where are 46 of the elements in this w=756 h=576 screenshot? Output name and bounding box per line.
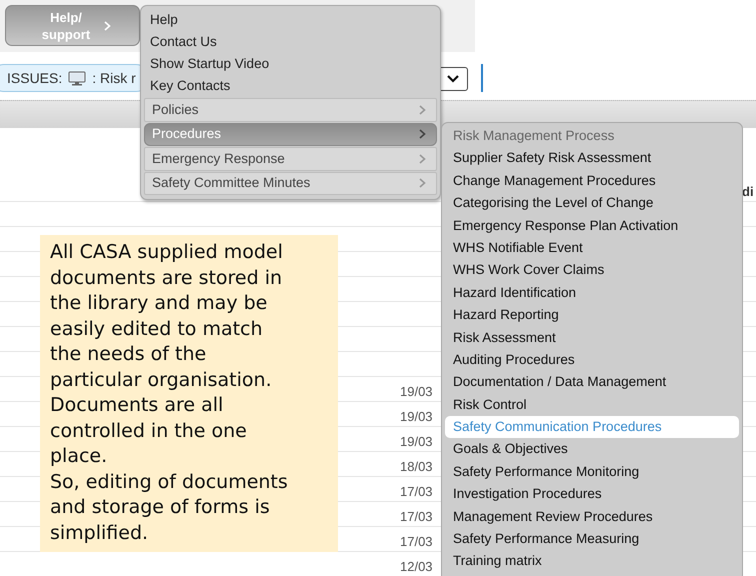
menu-item[interactable]: Show Startup Video	[144, 53, 437, 75]
submenu-item[interactable]: Supplier Safety Risk Assessment	[445, 147, 739, 170]
submenu-item[interactable]: Documentation / Data Management	[445, 371, 739, 394]
menu-item[interactable]: Contact Us	[144, 31, 437, 53]
chevron-right-icon	[419, 129, 426, 140]
table-cell-text: 18/03	[400, 458, 433, 476]
submenu-item[interactable]: Training matrix	[445, 550, 739, 573]
issues-label: ISSUES:	[7, 68, 62, 88]
submenu-item[interactable]: Management Review Procedures	[445, 506, 739, 528]
submenu-item[interactable]: Hazard Reporting	[445, 304, 739, 327]
menu-item[interactable]: Key Contacts	[144, 75, 437, 97]
submenu-item[interactable]: Investigation Procedures	[445, 483, 739, 506]
table-cell-text: 19/03	[400, 408, 433, 426]
submenu-item[interactable]: Hazard Identification	[445, 282, 739, 304]
dropdown-toggle[interactable]	[438, 67, 468, 91]
table-cell-text: 19/03	[400, 383, 433, 401]
chevron-right-icon	[419, 104, 426, 115]
submenu-item[interactable]: Safety Performance Monitoring	[445, 460, 739, 484]
issues-value: : Risk r	[92, 68, 136, 88]
submenu-item[interactable]: Auditing Procedures	[445, 348, 739, 372]
table-cell-text: 19/03	[400, 433, 433, 451]
table-cell-text: 17/03	[400, 533, 433, 551]
table-cell-text: 12/03	[400, 558, 433, 576]
menu-item[interactable]: Policies	[144, 98, 437, 122]
menu-item[interactable]: Emergency Response	[144, 147, 437, 170]
submenu-item[interactable]: WHS Notifiable Event	[445, 236, 739, 260]
submenu-item[interactable]: Risk Assessment	[445, 326, 739, 349]
submenu-item[interactable]: Categorising the Level of Change	[445, 192, 739, 215]
submenu-item[interactable]: Risk Control	[445, 394, 739, 416]
chevron-right-icon	[419, 178, 426, 188]
submenu-item[interactable]: Safety Communication Procedures	[445, 416, 739, 438]
note-callout: All CASA supplied model documents are stored in the library and may be easily edited to match the needs of the particular organisation. Documents are all controlled in the one place. So, editing of documents and storage of forms is simplified.	[40, 235, 338, 552]
submenu-item[interactable]: WHS Work Cover Claims	[445, 259, 739, 282]
submenu-item[interactable]: Safety Performance Measuring	[445, 528, 739, 550]
submenu-item[interactable]: Goals & Objectives	[445, 438, 739, 461]
chevron-right-icon	[419, 154, 426, 164]
menu-item[interactable]: Help	[144, 9, 437, 31]
table-cell-text: 17/03	[400, 483, 433, 501]
monitor-icon	[68, 70, 86, 86]
chevron-down-icon	[447, 75, 459, 83]
column-header: di	[742, 183, 754, 201]
table-cell-text: 17/03	[400, 508, 433, 526]
text-cursor	[481, 64, 483, 92]
menu-item[interactable]: Safety Committee Minutes	[144, 172, 437, 195]
submenu-item[interactable]: Emergency Response Plan Activation	[445, 214, 739, 237]
submenu-item[interactable]: Change Management Procedures	[445, 170, 739, 192]
